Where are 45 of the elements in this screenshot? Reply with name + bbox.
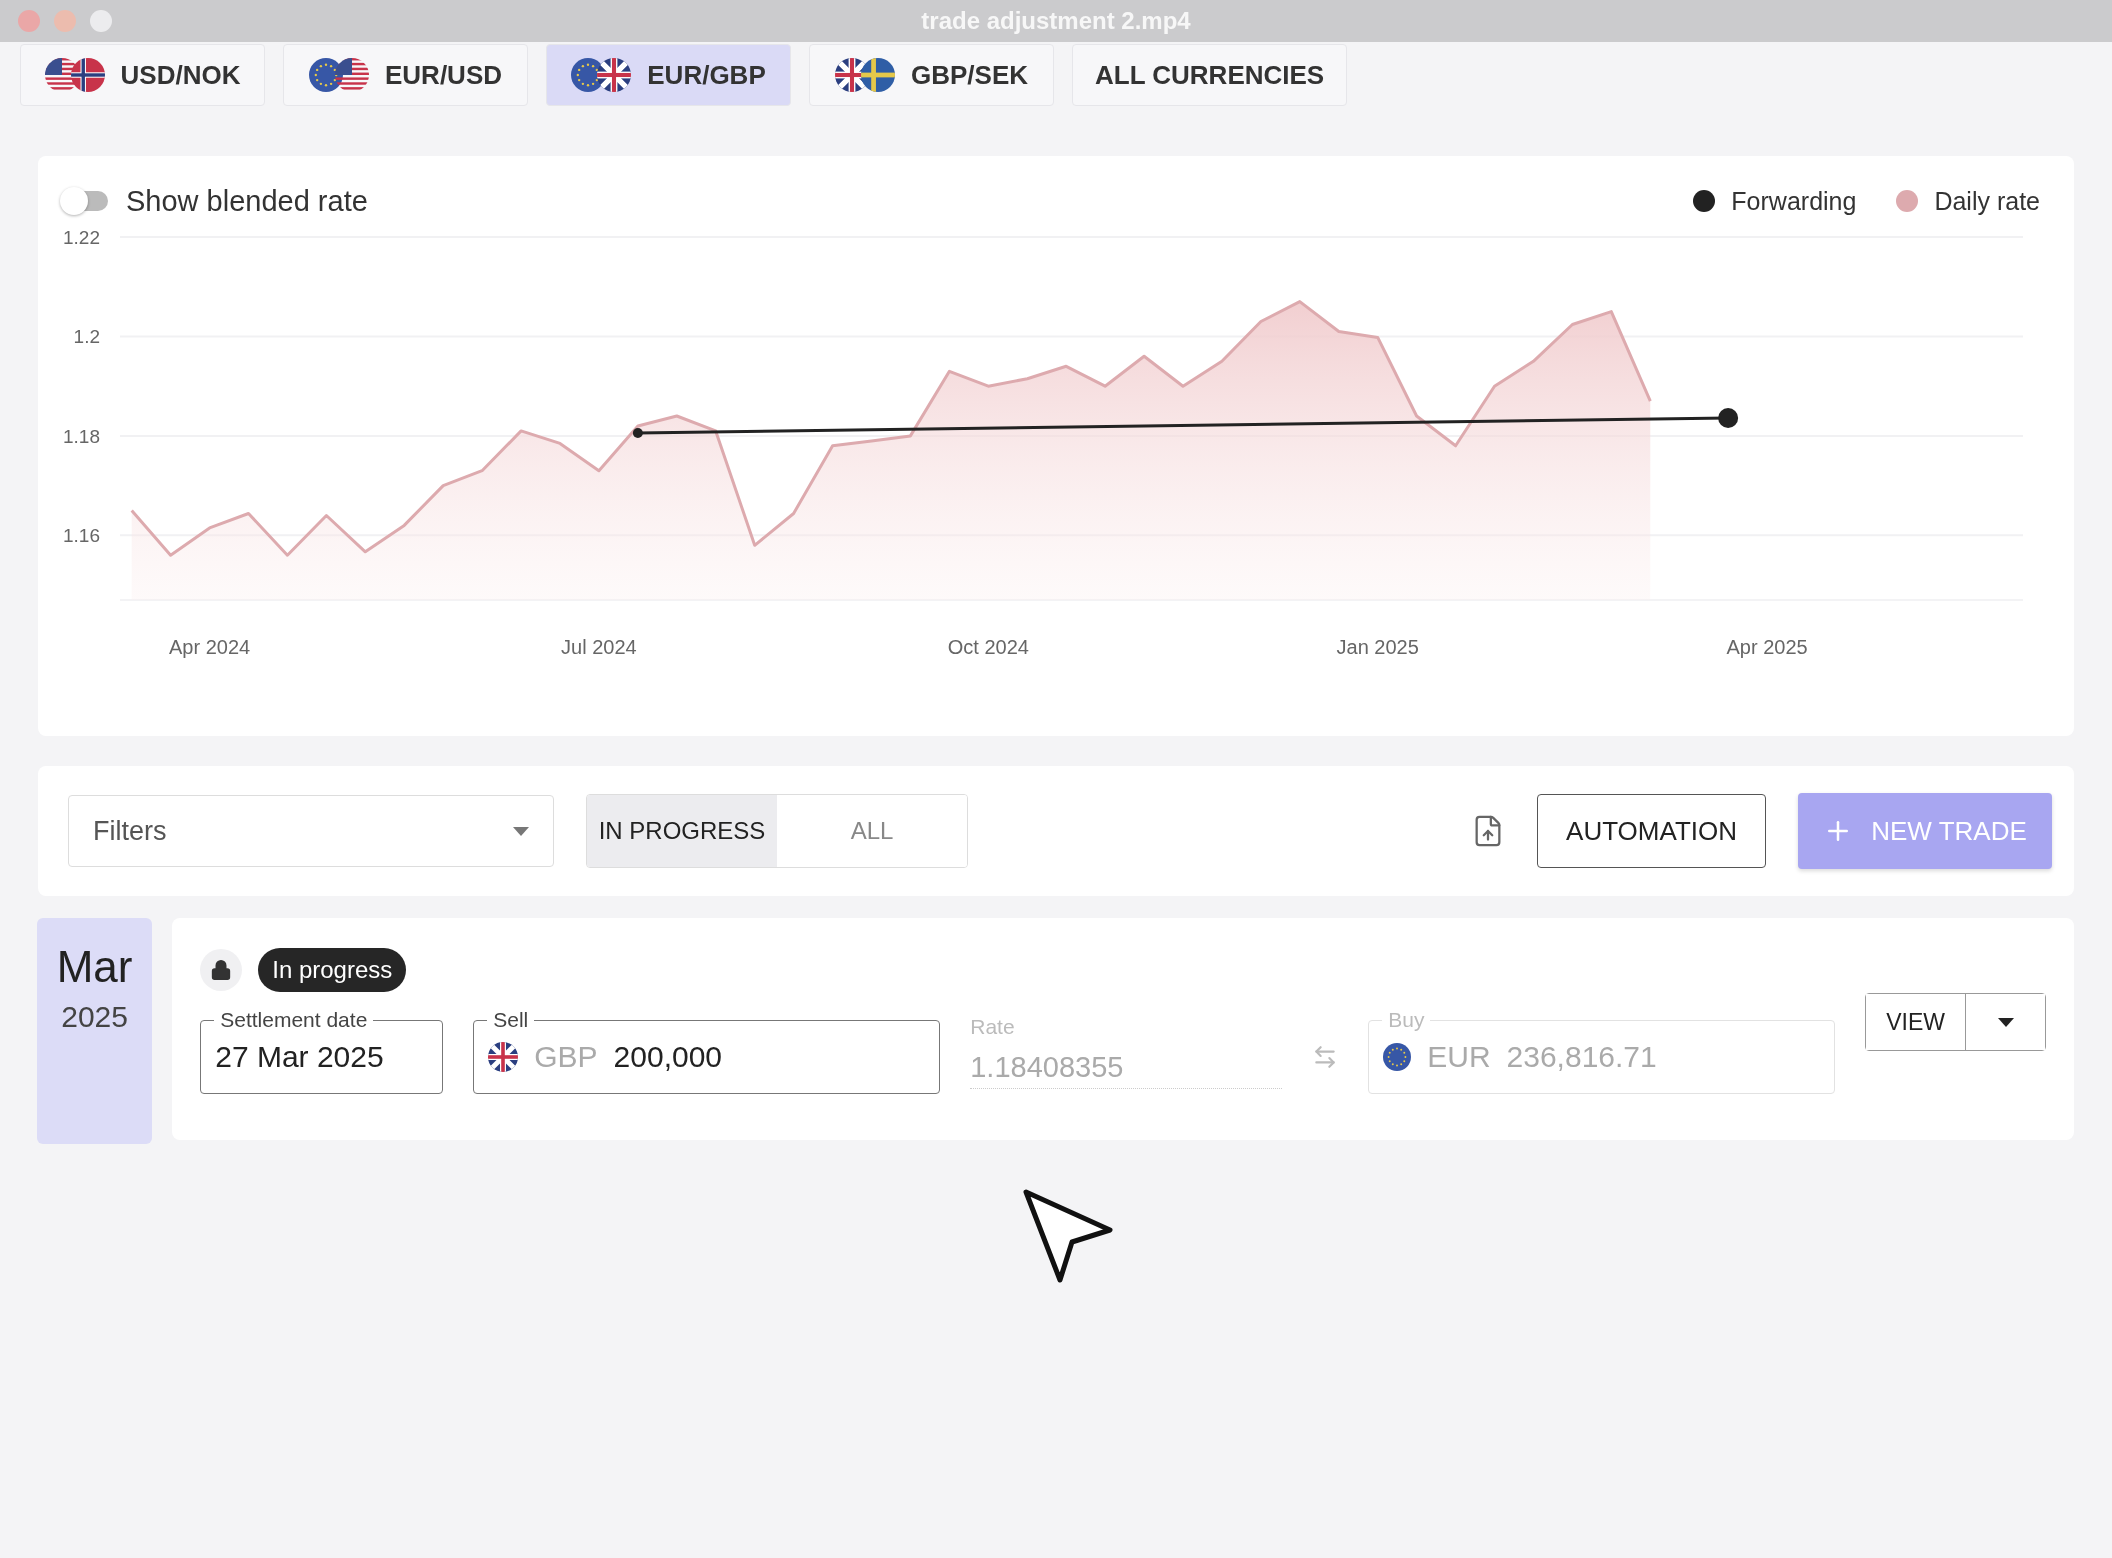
dropdown-button[interactable]	[1965, 994, 2045, 1050]
flag-icon	[309, 58, 343, 92]
flag-icon	[335, 58, 369, 92]
date-value: 27 Mar 2025	[215, 1040, 384, 1074]
month-label: Mar	[56, 942, 133, 992]
currency-tab[interactable]: EUR/USD	[283, 44, 528, 106]
axis-label: 1.2	[73, 326, 100, 348]
axis-label: Apr 2025	[1726, 636, 1808, 658]
currency-code: EUR	[1427, 1040, 1491, 1074]
axis-label: 1.22	[63, 227, 100, 248]
currency-tab[interactable]: USD/NOK	[20, 44, 265, 106]
amount-value: 236,816.71	[1506, 1040, 1657, 1074]
axis-label: Apr 2024	[168, 636, 251, 658]
axis-label: 1.16	[63, 525, 100, 547]
currency-tab[interactable]: EUR/GBP	[546, 44, 791, 106]
currency-tab[interactable]: GBP/SEK	[809, 44, 1054, 106]
automation-button[interactable]: AUTOMATION	[1537, 794, 1766, 868]
flag-icon	[597, 58, 632, 92]
caret-icon	[1997, 1017, 2014, 1027]
axis-label: Jan 2025	[1336, 636, 1419, 658]
caret-icon	[513, 826, 529, 836]
window-control[interactable]	[90, 10, 112, 32]
toggle-label: Show blended rate	[126, 184, 368, 218]
currency-code: GBP	[534, 1040, 598, 1074]
status-tab[interactable]: IN PROGRESS	[587, 795, 777, 867]
currency-tab[interactable]: ALL CURRENCIES	[1072, 44, 1348, 106]
window-control[interactable]	[18, 10, 40, 32]
status-badge: In progress	[258, 948, 407, 992]
year-label: 2025	[61, 1000, 128, 1034]
flag-icon	[488, 1042, 519, 1072]
data-point	[632, 427, 643, 438]
axis-label: 1.18	[63, 425, 100, 447]
flag-icon	[861, 58, 895, 92]
flag-icon	[70, 58, 105, 92]
legend-label: Forwarding	[1731, 186, 1857, 216]
field-label: Rate	[970, 1015, 1016, 1039]
axis-label: Oct 2024	[947, 636, 1029, 658]
filters-dropdown[interactable]: Filters	[68, 795, 554, 867]
rate-value: 1.18408355	[970, 1051, 1125, 1084]
amount-value: 200,000	[613, 1040, 723, 1074]
legend-label: Daily rate	[1934, 186, 2040, 216]
flag-icon	[1383, 1043, 1412, 1071]
data-point	[1718, 408, 1739, 428]
window-control[interactable]	[54, 10, 76, 32]
axis-label: Jul 2024	[561, 636, 637, 658]
